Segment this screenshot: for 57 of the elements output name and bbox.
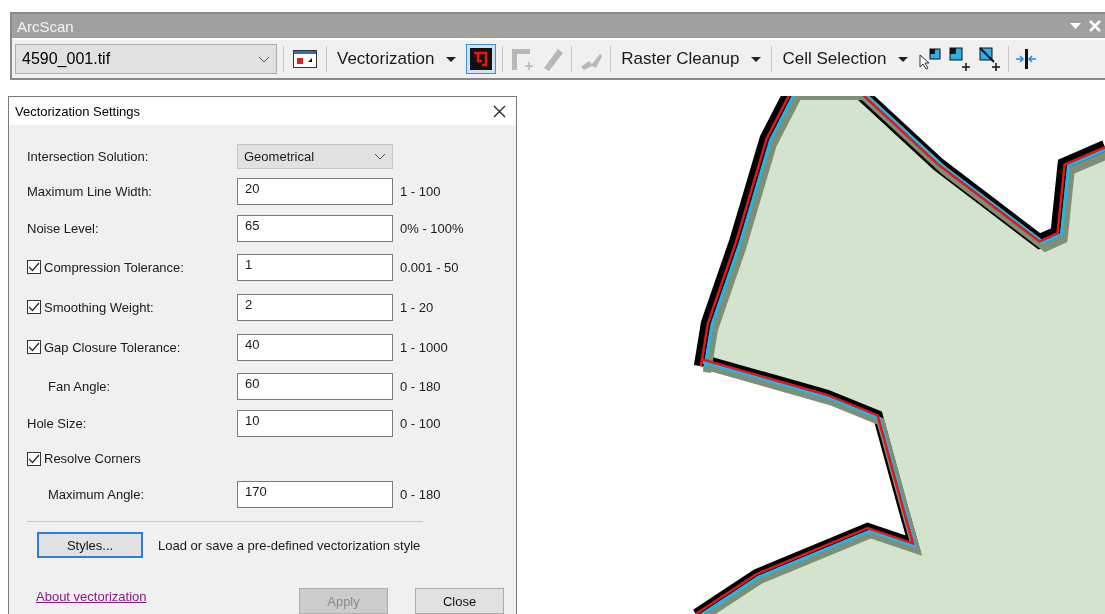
input-field[interactable]: 170: [237, 480, 393, 508]
range-label: 0 - 180: [400, 486, 442, 502]
caret-icon: [751, 56, 762, 62]
field-label: Noise Level:: [27, 221, 100, 236]
chevron-down-icon: [258, 55, 270, 63]
checkmark-icon: [28, 453, 40, 464]
range-label: 1 - 1000: [400, 339, 449, 355]
raster-cleanup-menu[interactable]: Raster Cleanup: [617, 49, 766, 69]
field-label: Hole Size:: [27, 416, 88, 431]
split-icon[interactable]: [1015, 47, 1038, 71]
checkbox-label: Compression Tolerance:: [44, 259, 184, 275]
range-label: 1 - 20: [400, 299, 435, 315]
checkmark-icon: [28, 302, 40, 312]
field-label: Maximum Angle:: [47, 486, 146, 502]
vectorization-menu[interactable]: Vectorization: [333, 49, 461, 69]
add-cells-icon[interactable]: [948, 46, 973, 72]
field-label: Maximum Line Width:: [27, 184, 153, 199]
input-field[interactable]: 2: [237, 293, 393, 321]
dropdown-arrow-icon[interactable]: [1070, 23, 1081, 29]
checkbox-label: Resolve Corners: [44, 451, 141, 466]
input-field[interactable]: 40: [237, 333, 393, 361]
input-field[interactable]: 10: [237, 410, 393, 437]
dropdown[interactable]: Geometrical: [237, 143, 393, 169]
field-label: Fan Angle:: [47, 378, 112, 394]
toolbar-title: ArcScan: [17, 17, 74, 35]
checkbox-label: Gap Closure Tolerance:: [44, 339, 181, 355]
caret-icon: [898, 56, 909, 62]
checkmark-icon: [28, 262, 40, 272]
input-field[interactable]: 20: [237, 178, 393, 205]
checkbox[interactable]: [27, 300, 41, 314]
checkmark-icon: [28, 342, 40, 352]
input-field[interactable]: 60: [237, 372, 393, 400]
vectorization-settings-button[interactable]: [466, 44, 497, 74]
field-label: Intersection Solution:: [27, 148, 150, 164]
checkbox[interactable]: [27, 451, 41, 466]
cell-selection-menu[interactable]: Cell Selection: [778, 49, 913, 69]
select-cells-icon[interactable]: [918, 47, 943, 71]
range-label: 0.001 - 50: [400, 259, 460, 275]
checkbox[interactable]: [27, 340, 41, 354]
styles-button[interactable]: Styles...: [37, 532, 143, 558]
range-label: 1 - 100: [400, 184, 442, 199]
close-icon[interactable]: [493, 104, 506, 118]
chevron-down-icon: [374, 152, 386, 160]
raster-dropdown[interactable]: 4590_001.tif: [15, 44, 277, 74]
close-button[interactable]: Close: [415, 588, 504, 614]
range-label: 0 - 100: [400, 416, 442, 431]
input-field[interactable]: 1: [237, 253, 393, 281]
add-cells-diagonal-icon[interactable]: [978, 46, 1003, 72]
caret-icon: [446, 56, 457, 62]
about-link[interactable]: About vectorization: [36, 588, 147, 604]
range-label: 0 - 180: [400, 378, 442, 394]
input-field[interactable]: 65: [237, 215, 393, 242]
dialog-title: Vectorization Settings: [15, 103, 141, 119]
range-label: 0% - 100%: [400, 221, 465, 236]
checkbox-label: Smoothing Weight:: [44, 299, 154, 315]
checkbox[interactable]: [27, 260, 41, 274]
styles-hint: Load or save a pre-defined vectorization style: [158, 537, 421, 553]
